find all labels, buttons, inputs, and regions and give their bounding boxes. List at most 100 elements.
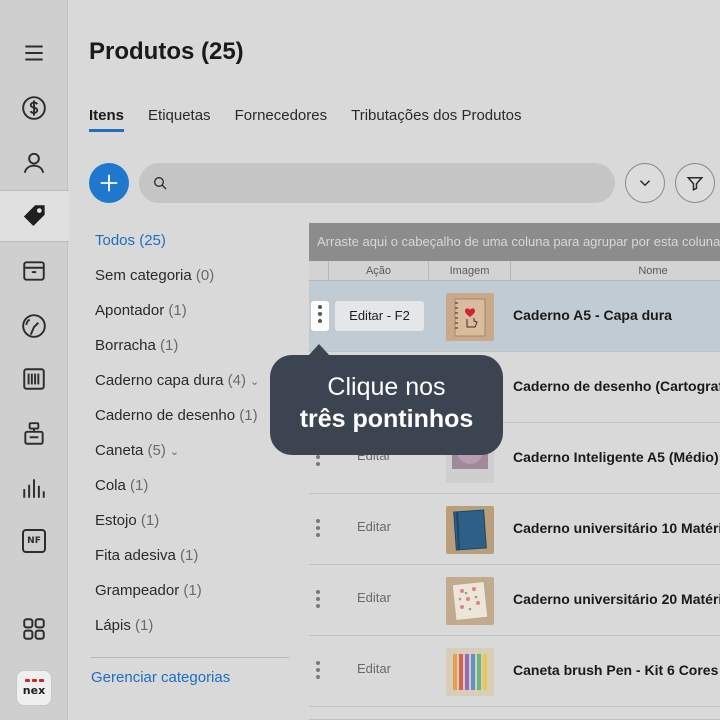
tooltip-line-1: Clique nos bbox=[327, 373, 446, 401]
divider bbox=[91, 657, 289, 658]
category-count: (5) bbox=[147, 442, 166, 459]
category-label: Caderno de desenho bbox=[95, 407, 236, 424]
more-vertical-icon[interactable] bbox=[316, 590, 320, 608]
category-label: Estojo bbox=[95, 512, 137, 529]
category-label: Borracha bbox=[95, 337, 156, 354]
manage-categories-link[interactable]: Gerenciar categorias bbox=[91, 669, 230, 686]
tab-tributacoes[interactable]: Tributações dos Produtos bbox=[351, 107, 521, 130]
group-by-panel[interactable]: Arraste aqui o cabeçalho de uma coluna p… bbox=[309, 223, 720, 261]
grid-header: Ação Imagem Nome bbox=[309, 261, 720, 281]
product-name[interactable]: Caderno de desenho (Cartografia) bbox=[513, 378, 720, 394]
category-count: (1) bbox=[140, 512, 160, 529]
page-title: Produtos (25) bbox=[89, 38, 244, 65]
category-item-caderno-de-desenho[interactable]: Caderno de desenho (1) bbox=[95, 405, 290, 440]
edit-button[interactable]: Editar bbox=[357, 590, 391, 605]
more-vertical-icon bbox=[318, 305, 322, 323]
category-count: (1) bbox=[160, 337, 179, 354]
icon-rail: NF nex bbox=[0, 0, 69, 720]
user-icon[interactable] bbox=[0, 137, 68, 189]
category-label: Grampeador bbox=[95, 582, 180, 599]
product-image bbox=[446, 506, 494, 554]
chevron-down-icon bbox=[639, 180, 651, 187]
tab-etiquetas[interactable]: Etiquetas bbox=[148, 107, 211, 130]
apps-icon[interactable] bbox=[0, 603, 68, 655]
product-name[interactable]: Caderno universitário 10 Matérias bbox=[513, 520, 720, 536]
category-label: Caderno capa dura bbox=[95, 372, 224, 389]
table-row[interactable] bbox=[309, 707, 720, 720]
tab-itens[interactable]: Itens bbox=[89, 107, 125, 132]
row-menu-button[interactable] bbox=[311, 301, 329, 331]
category-count: (25) bbox=[139, 232, 166, 249]
header-nome[interactable]: Nome bbox=[511, 261, 720, 281]
product-image bbox=[446, 577, 494, 625]
search-icon bbox=[154, 177, 167, 190]
category-item-todos[interactable]: Todos (25) bbox=[95, 230, 290, 265]
more-vertical-icon[interactable] bbox=[316, 661, 320, 679]
category-label: Lápis bbox=[95, 617, 131, 634]
table-row[interactable]: Editar Caderno universitário 20 Matérias bbox=[309, 565, 720, 636]
category-item-caneta[interactable]: Caneta (5) ⌄ bbox=[95, 440, 290, 475]
category-count: (1) bbox=[130, 477, 149, 494]
add-product-button[interactable] bbox=[89, 163, 129, 203]
category-item-apontador[interactable]: Apontador (1) bbox=[95, 300, 290, 335]
category-item-caderno-capa-dura[interactable]: Caderno capa dura (4) ⌄ bbox=[95, 370, 290, 405]
bar-chart-icon[interactable] bbox=[0, 462, 68, 514]
filter-button[interactable] bbox=[675, 163, 715, 203]
category-label: Cola bbox=[95, 477, 126, 494]
tab-fornecedores[interactable]: Fornecedores bbox=[235, 107, 328, 130]
category-count: (1) bbox=[168, 302, 187, 319]
category-item-borracha[interactable]: Borracha (1) bbox=[95, 335, 290, 370]
category-item-estojo[interactable]: Estojo (1) bbox=[95, 510, 290, 545]
tooltip-line-2: três pontinhos bbox=[299, 405, 474, 433]
more-vertical-icon[interactable] bbox=[316, 519, 320, 537]
table-row[interactable]: Editar - F2 Caderno A5 - Capa dura bbox=[309, 281, 720, 352]
clipboard-icon[interactable] bbox=[0, 408, 68, 460]
category-item-cola[interactable]: Cola (1) bbox=[95, 475, 290, 510]
nex-logo[interactable]: nex bbox=[0, 662, 68, 714]
chevron-down-icon[interactable]: ⌄ bbox=[170, 446, 179, 458]
barcode-icon[interactable] bbox=[0, 353, 68, 405]
tab-bar: Itens Etiquetas Fornecedores Tributações… bbox=[89, 107, 546, 132]
product-name[interactable]: Caderno A5 - Capa dura bbox=[513, 307, 672, 323]
onboarding-tooltip: Clique nos três pontinhos bbox=[270, 344, 503, 455]
header-select bbox=[309, 261, 329, 281]
edit-button[interactable]: Editar bbox=[357, 519, 391, 534]
category-item-grampeador[interactable]: Grampeador (1) bbox=[95, 580, 290, 615]
table-row[interactable]: Editar Caderno universitário 10 Matérias bbox=[309, 494, 720, 565]
category-label: Todos bbox=[95, 232, 136, 249]
category-label: Caneta bbox=[95, 442, 144, 459]
gauge-icon[interactable] bbox=[0, 300, 68, 352]
category-count: (1) bbox=[180, 547, 199, 564]
expand-filter-button[interactable] bbox=[625, 163, 665, 203]
menu-icon[interactable] bbox=[0, 27, 68, 79]
category-item-sem-categoria[interactable]: Sem categoria (0) bbox=[95, 265, 290, 300]
header-imagem[interactable]: Imagem bbox=[429, 261, 511, 281]
category-list: Todos (25) Sem categoria (0) Apontador (… bbox=[95, 230, 290, 655]
product-name[interactable]: Caderno universitário 20 Matérias bbox=[513, 591, 720, 607]
category-item-lapis[interactable]: Lápis (1) bbox=[95, 615, 290, 650]
dollar-icon[interactable] bbox=[0, 82, 68, 134]
category-label: Apontador bbox=[95, 302, 165, 319]
category-item-fita-adesiva[interactable]: Fita adesiva (1) bbox=[95, 545, 290, 580]
product-image bbox=[446, 293, 494, 341]
plus-icon bbox=[100, 174, 118, 192]
tag-icon[interactable] bbox=[0, 190, 69, 242]
nf-icon[interactable]: NF bbox=[0, 515, 68, 567]
nf-label: NF bbox=[22, 529, 46, 553]
chevron-down-icon[interactable]: ⌄ bbox=[250, 376, 259, 388]
table-row[interactable]: Editar Caneta brush Pen - Kit 6 Cores bbox=[309, 636, 720, 707]
product-image bbox=[446, 648, 494, 696]
edit-button[interactable]: Editar - F2 bbox=[335, 301, 424, 331]
product-name[interactable]: Caneta brush Pen - Kit 6 Cores bbox=[513, 662, 718, 678]
logo-text: nex bbox=[22, 684, 46, 697]
box-icon[interactable] bbox=[0, 245, 68, 297]
filter-icon bbox=[686, 177, 704, 191]
edit-button[interactable]: Editar bbox=[357, 661, 391, 676]
category-count: (1) bbox=[239, 407, 258, 424]
category-count: (1) bbox=[135, 617, 154, 634]
category-label: Fita adesiva bbox=[95, 547, 176, 564]
header-acao[interactable]: Ação bbox=[329, 261, 429, 281]
category-label: Sem categoria bbox=[95, 267, 192, 284]
search-input[interactable] bbox=[139, 163, 615, 203]
product-name[interactable]: Caderno Inteligente A5 (Médio) bbox=[513, 449, 719, 465]
